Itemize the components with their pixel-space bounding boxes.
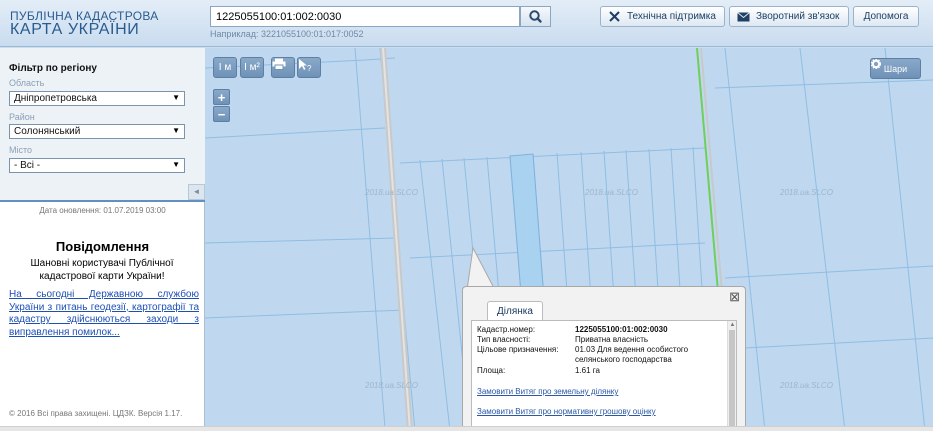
- ruler-area-icon: I м²: [244, 62, 260, 73]
- watermark: 2018.ua.SLCO: [365, 188, 418, 197]
- measure-length-button[interactable]: I м: [213, 57, 237, 78]
- update-date: Дата оновлення: 01.07.2019 03:00: [39, 206, 166, 215]
- parcel-info-popup: ⊠ Ділянка Кадастр.номер: 1225055100:01:00…: [462, 286, 746, 431]
- app: ПУБЛІЧНА КАДАСТРОВА КАРТА УКРАЇНИ Наприк…: [0, 0, 933, 431]
- search-icon: [529, 10, 542, 23]
- collapse-sidebar-button[interactable]: ◄: [188, 184, 205, 200]
- zoom-in-label: +: [217, 89, 226, 105]
- close-icon[interactable]: ⊠: [729, 289, 740, 305]
- technical-support-button[interactable]: Технічна підтримка: [600, 6, 725, 27]
- help-button[interactable]: Допомога: [853, 6, 919, 27]
- city-select[interactable]: - Всі - ▼: [9, 158, 185, 173]
- scroll-up-icon[interactable]: ▲: [728, 321, 737, 330]
- info-value: 1.61 га: [575, 366, 600, 375]
- region-select[interactable]: Дніпропетровська ▼: [9, 91, 185, 106]
- filter-title: Фільтр по регіону: [9, 63, 97, 74]
- layers-label: Шари: [883, 63, 908, 74]
- info-key: Площа:: [477, 366, 506, 375]
- search-button[interactable]: [520, 6, 551, 27]
- chevron-down-icon: ▼: [172, 160, 180, 169]
- search-hint: Наприклад: 3221055100:01:017:0052: [210, 29, 364, 39]
- region-select-value: Дніпропетровська: [14, 93, 97, 104]
- info-row-cadastral-number: Кадастр.номер: 1225055100:01:002:0030: [477, 325, 727, 335]
- watermark: 2018.ua.SLCO: [780, 188, 833, 197]
- order-valuation-extract-link[interactable]: Замовити Витяг про нормативну грошову оц…: [477, 407, 656, 416]
- info-cursor-icon: ?: [299, 59, 312, 72]
- feedback-button[interactable]: Зворотний зв'язок: [729, 6, 849, 27]
- notice-title: Повідомлення: [55, 239, 150, 254]
- logo-line-2: КАРТА УКРАЇНИ: [10, 21, 140, 38]
- info-row-ownership: Тип власності: Приватна власність: [477, 335, 727, 345]
- print-icon: [272, 58, 286, 70]
- info-key: Тип власності:: [477, 335, 531, 344]
- notice-link[interactable]: На сьогодні Державною службою України з …: [9, 289, 199, 339]
- popup-scrollbar[interactable]: ▲: [727, 321, 736, 431]
- horizontal-scrollbar[interactable]: [0, 426, 933, 431]
- info-key: Цільове призначення:: [477, 345, 559, 354]
- tab-parcel-label: Ділянка: [497, 305, 533, 317]
- city-select-value: - Всі -: [14, 160, 41, 171]
- envelope-icon: [737, 11, 750, 21]
- collapse-arrow-icon: ◄: [192, 187, 201, 196]
- zoom-out-label: −: [217, 106, 226, 122]
- info-value: 1225055100:01:002:0030: [575, 325, 668, 334]
- cadastral-search-input[interactable]: [210, 6, 520, 27]
- ruler-length-icon: I м: [218, 62, 232, 73]
- watermark: 2018.ua.SLCO: [585, 188, 638, 197]
- info-row-area: Площа: 1.61 га: [477, 366, 727, 376]
- zoom-in-button[interactable]: +: [213, 89, 230, 105]
- chevron-down-icon: ▼: [172, 126, 180, 135]
- feedback-label: Зворотний зв'язок: [756, 11, 840, 22]
- svg-text:?: ?: [307, 64, 312, 72]
- watermark: 2018.ua.SLCO: [365, 381, 418, 390]
- district-select[interactable]: Солонянський ▼: [9, 124, 185, 139]
- parcel-info-body: Кадастр.номер: 1225055100:01:002:0030 Тип…: [471, 320, 737, 431]
- header: ПУБЛІЧНА КАДАСТРОВА КАРТА УКРАЇНИ Наприк…: [0, 0, 933, 47]
- technical-support-label: Технічна підтримка: [627, 11, 716, 22]
- order-parcel-extract-link[interactable]: Замовити Витяг про земельну ділянку: [477, 387, 618, 396]
- chevron-down-icon: ▼: [172, 93, 180, 102]
- info-row-purpose: Цільове призначення: 01.03 Для ведення ос…: [477, 345, 727, 365]
- tools-icon: [609, 11, 620, 22]
- info-cursor-button[interactable]: ?: [297, 57, 321, 78]
- district-label: Район: [9, 112, 35, 122]
- measure-area-button[interactable]: I м²: [240, 57, 264, 78]
- notice-text: Шановні користувачі Публічної кадастрово…: [30, 258, 174, 282]
- info-key: Кадастр.номер:: [477, 325, 536, 334]
- region-label: Область: [9, 78, 45, 88]
- help-label: Допомога: [863, 11, 909, 22]
- zoom-out-button[interactable]: −: [213, 106, 230, 122]
- watermark: 2018.ua.SLCO: [780, 381, 833, 390]
- layers-button[interactable]: Шари: [870, 58, 921, 79]
- tab-parcel[interactable]: Ділянка: [487, 301, 543, 321]
- print-button[interactable]: [271, 57, 295, 78]
- district-select-value: Солонянський: [14, 126, 81, 137]
- map-canvas[interactable]: 2018.ua.SLCO 2018.ua.SLCO 2018.ua.SLCO 2…: [205, 48, 933, 431]
- copyright: © 2016 Всі права захищені. ЦДЗК. Версія …: [9, 409, 183, 418]
- gear-icon: [871, 59, 881, 69]
- info-value: 01.03 Для ведення особистого селянського…: [575, 345, 689, 364]
- info-value: Приватна власність: [575, 335, 649, 344]
- sidebar: Фільтр по регіону Область Дніпропетровсь…: [0, 48, 205, 431]
- city-label: Місто: [9, 145, 33, 155]
- region-filter-panel: Фільтр по регіону Область Дніпропетровсь…: [0, 48, 205, 202]
- scroll-thumb[interactable]: [729, 330, 735, 430]
